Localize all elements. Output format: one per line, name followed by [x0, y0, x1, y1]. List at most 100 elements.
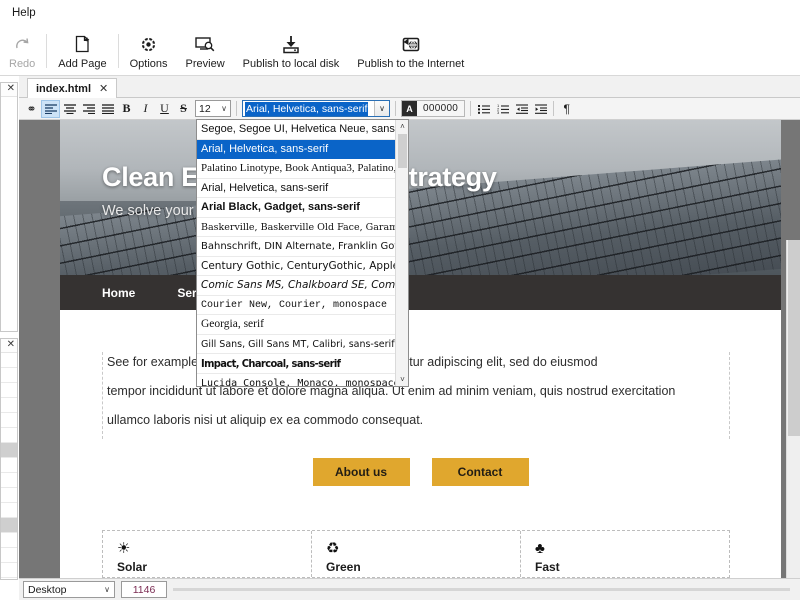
- page-body: See for example Lorem ipsum dolor sit am…: [60, 310, 781, 578]
- bold-button[interactable]: B: [117, 100, 136, 118]
- nav-item-home[interactable]: Home: [102, 286, 135, 300]
- toolbar-divider: [470, 101, 472, 116]
- preview-label: Preview: [185, 58, 225, 70]
- font-option[interactable]: Arial, Helvetica, sans-serif: [197, 179, 395, 198]
- about-us-button[interactable]: About us: [312, 458, 410, 486]
- italic-button[interactable]: I: [136, 100, 155, 118]
- list-item[interactable]: [1, 563, 17, 578]
- hero-section[interactable]: Clean Energy Solution Strategy We solve …: [60, 120, 781, 275]
- preview-icon: [194, 33, 216, 55]
- list-item[interactable]: [1, 368, 17, 383]
- decrease-indent-button[interactable]: [512, 100, 531, 118]
- font-family-value: Arial, Helvetica, sans-serif: [245, 102, 369, 116]
- list-item[interactable]: [1, 443, 17, 458]
- text-color-hex: 000000: [423, 103, 459, 114]
- chevron-down-icon[interactable]: ∨: [374, 101, 389, 116]
- globe-upload-icon: [401, 33, 421, 55]
- dock-panel-bottom[interactable]: ✕: [0, 338, 18, 580]
- scroll-down-icon[interactable]: ˅: [396, 373, 408, 386]
- align-justify-button[interactable]: [98, 100, 117, 118]
- font-option[interactable]: Georgia, serif: [197, 315, 395, 335]
- list-item[interactable]: [1, 503, 17, 518]
- close-icon[interactable]: ✕: [7, 338, 15, 352]
- website-page-preview: Clean Energy Solution Strategy We solve …: [60, 120, 781, 578]
- font-option[interactable]: Impact, Charcoal, sans-serif: [197, 354, 395, 374]
- redo-button[interactable]: Redo: [0, 28, 44, 76]
- close-icon[interactable]: ✕: [7, 82, 15, 96]
- publish-internet-button[interactable]: Publish to the Internet: [348, 28, 473, 76]
- list-item[interactable]: [1, 428, 17, 443]
- font-family-combobox[interactable]: Arial, Helvetica, sans-serif ∨: [242, 100, 390, 117]
- tab-index-html[interactable]: index.html ✕: [27, 78, 118, 98]
- toolbar-divider: [117, 34, 119, 68]
- link-button[interactable]: ⚭: [22, 100, 41, 118]
- font-option[interactable]: Century Gothic, CenturyGothic, AppleGoth…: [197, 257, 395, 276]
- feature-item-solar[interactable]: ☀ Solar: [103, 531, 312, 577]
- feature-item-green[interactable]: ♻ Green: [312, 531, 521, 577]
- dropdown-scrollbar-thumb[interactable]: [398, 134, 407, 168]
- align-left-button[interactable]: [41, 99, 60, 118]
- font-option[interactable]: Bahnschrift, DIN Alternate, Franklin Got…: [197, 237, 395, 257]
- text-color-picker[interactable]: A 000000: [401, 100, 466, 117]
- scroll-up-icon[interactable]: ˄: [396, 120, 408, 133]
- list-item[interactable]: [1, 533, 17, 548]
- page-canvas: Clean Energy Solution Strategy We solve …: [19, 120, 800, 578]
- list-item[interactable]: [1, 548, 17, 563]
- publish-local-disk-button[interactable]: Publish to local disk: [234, 28, 349, 76]
- feature-label: Green: [326, 560, 361, 574]
- numbered-list-button[interactable]: 123: [493, 100, 512, 118]
- list-item[interactable]: [1, 413, 17, 428]
- list-item[interactable]: [1, 353, 17, 368]
- font-option[interactable]: Segoe, Segoe UI, Helvetica Neue, sans-se…: [197, 120, 395, 140]
- list-item[interactable]: [1, 518, 17, 533]
- paragraph-marks-button[interactable]: ¶: [557, 100, 576, 118]
- list-item[interactable]: [1, 458, 17, 473]
- list-item[interactable]: [1, 398, 17, 413]
- menu-item-help[interactable]: Help: [6, 6, 42, 20]
- font-option[interactable]: Lucida Console, Monaco, monospace: [197, 374, 395, 387]
- dock-panel-row-list[interactable]: [1, 353, 17, 579]
- toolbar-divider: [46, 34, 48, 68]
- font-option[interactable]: Palatino Linotype, Book Antiqua3, Palati…: [197, 159, 395, 179]
- options-label: Options: [129, 58, 168, 70]
- device-select[interactable]: Desktop ∨: [23, 581, 115, 598]
- bullet-list-button[interactable]: [474, 100, 493, 118]
- underline-button[interactable]: U: [155, 100, 174, 118]
- list-item[interactable]: [1, 473, 17, 488]
- font-family-dropdown-list[interactable]: Segoe, Segoe UI, Helvetica Neue, sans-se…: [196, 119, 409, 387]
- align-center-button[interactable]: [60, 100, 79, 118]
- font-option[interactable]: Courier New, Courier, monospace: [197, 296, 395, 315]
- strikethrough-button[interactable]: S: [174, 100, 193, 118]
- feature-item-fast[interactable]: ♣ Fast: [521, 531, 729, 577]
- width-slider[interactable]: [173, 588, 790, 591]
- font-option[interactable]: Comic Sans MS, Chalkboard SE, Comic Neue…: [197, 276, 395, 296]
- dock-panel-bottom-header: ✕: [1, 339, 17, 353]
- contact-button[interactable]: Contact: [431, 458, 529, 486]
- application-window: Help Redo Add Page Options Preview Publi…: [0, 0, 800, 600]
- list-item[interactable]: [1, 488, 17, 503]
- dropdown-scrollbar[interactable]: ˄ ˅: [395, 120, 408, 386]
- font-option[interactable]: Baskerville, Baskerville Old Face, Garam…: [197, 218, 395, 237]
- redo-label: Redo: [9, 58, 36, 70]
- font-color-swatch-icon: A: [402, 101, 417, 116]
- align-right-button[interactable]: [79, 100, 98, 118]
- list-item[interactable]: [1, 383, 17, 398]
- preview-button[interactable]: Preview: [177, 28, 234, 76]
- add-page-label: Add Page: [58, 58, 107, 70]
- options-button[interactable]: Options: [121, 28, 177, 76]
- feature-label: Fast: [535, 560, 560, 574]
- editor-area: index.html ✕ ⚭ B I U S 12 ∨ Arial, Helve…: [19, 76, 800, 600]
- dock-panel-top[interactable]: ✕: [0, 82, 18, 332]
- font-option[interactable]: Gill Sans, Gill Sans MT, Calibri, sans-s…: [197, 335, 395, 354]
- add-page-button[interactable]: Add Page: [49, 28, 115, 76]
- scrollbar-thumb[interactable]: [788, 240, 800, 436]
- font-option[interactable]: Arial Black, Gadget, sans-serif: [197, 198, 395, 218]
- publish-local-disk-label: Publish to local disk: [242, 58, 340, 70]
- font-option[interactable]: Arial, Helvetica, sans-serif: [197, 139, 395, 159]
- increase-indent-button[interactable]: [531, 100, 550, 118]
- font-size-select[interactable]: 12 ∨: [195, 100, 231, 117]
- page-width-input[interactable]: 1146: [121, 581, 167, 598]
- add-page-icon: [72, 33, 92, 55]
- close-icon[interactable]: ✕: [99, 82, 108, 95]
- canvas-vertical-scrollbar[interactable]: [786, 240, 800, 578]
